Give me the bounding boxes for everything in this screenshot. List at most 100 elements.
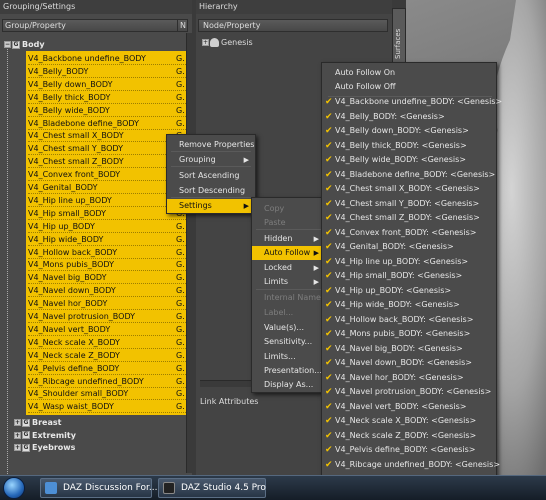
- tab-surfaces[interactable]: Surfaces: [392, 8, 406, 70]
- auto-follow-item[interactable]: ✔ V4_Belly thick_BODY: <Genesis>: [322, 139, 496, 153]
- menu-item[interactable]: Presentation...: [252, 364, 325, 378]
- expand-icon[interactable]: +: [202, 39, 209, 46]
- menu-item[interactable]: Remove Properties: [167, 138, 255, 152]
- menu-item-label: Internal Name...: [264, 293, 329, 302]
- property-row[interactable]: V4_Chest small Y_BODYG.: [28, 142, 186, 156]
- property-row[interactable]: V4_Convex front_BODYG.: [28, 168, 186, 182]
- auto-follow-item-label: V4_Chest small Y_BODY: <Genesis>: [335, 198, 480, 208]
- expand-icon[interactable]: +: [14, 431, 21, 439]
- menu-item[interactable]: Sort Descending: [167, 184, 255, 198]
- property-row[interactable]: V4_Mons pubis_BODY G.: [28, 258, 186, 272]
- auto-follow-item[interactable]: ✔ V4_Hollow back_BODY: <Genesis>: [322, 313, 496, 327]
- property-row[interactable]: V4_Belly thick_BODY G.: [28, 91, 186, 104]
- column-header[interactable]: Group/Property N: [2, 19, 188, 32]
- property-group-flag: G.: [176, 299, 185, 309]
- auto-follow-item[interactable]: ✔ V4_Neck scale X_BODY: <Genesis>: [322, 414, 496, 428]
- auto-follow-submenu: Auto Follow On Auto Follow Off ✔ V4_Backb…: [321, 62, 502, 500]
- menu-item-label: Auto Follow: [264, 248, 311, 257]
- property-row[interactable]: V4_Chest small X_BODYG.: [28, 129, 186, 143]
- submenu-arrow-icon: ▶: [313, 235, 319, 243]
- property-row[interactable]: V4_Navel big_BODY G.: [28, 271, 186, 285]
- node-property-header[interactable]: Node/Property: [198, 19, 388, 32]
- auto-follow-item[interactable]: ✔ V4_Neck scale Z_BODY: <Genesis>: [322, 429, 496, 443]
- property-row[interactable]: V4_Pelvis define_BODY G.: [28, 362, 186, 375]
- menu-item[interactable]: Value(s)...: [252, 321, 325, 335]
- start-button[interactable]: [3, 477, 25, 499]
- auto-follow-item[interactable]: ✔ V4_Mons pubis_BODY: <Genesis>: [322, 327, 496, 341]
- property-label: V4_Genital_BODY: [28, 183, 98, 192]
- property-row[interactable]: V4_Hip wide_BODY G.: [28, 233, 186, 246]
- menu-item[interactable]: Limits ▶: [252, 275, 325, 289]
- auto-follow-item[interactable]: ✔ V4_Hip wide_BODY: <Genesis>: [322, 298, 496, 312]
- property-group-flag: G.: [176, 234, 185, 244]
- left-scrollbar[interactable]: [186, 33, 192, 473]
- auto-follow-on[interactable]: Auto Follow On: [322, 66, 496, 80]
- auto-follow-item[interactable]: ✔ V4_Chest small Z_BODY: <Genesis>: [322, 211, 496, 225]
- taskbar-item-browser[interactable]: DAZ Discussion For...: [40, 478, 158, 498]
- auto-follow-item[interactable]: ✔ V4_Pelvis define_BODY: <Genesis>: [322, 443, 496, 457]
- auto-follow-item[interactable]: ✔ V4_Hip up_BODY: <Genesis>: [322, 284, 496, 298]
- auto-follow-item[interactable]: ✔ V4_Navel hor_BODY: <Genesis>: [322, 371, 496, 385]
- menu-item[interactable]: Sensitivity...: [252, 335, 325, 349]
- taskbar-item-label: DAZ Discussion For...: [63, 483, 158, 493]
- property-row[interactable]: V4_Bladebone define_BODY G.: [28, 117, 186, 130]
- property-row[interactable]: V4_Hip up_BODY G.: [28, 220, 186, 233]
- group-row[interactable]: + G Eyebrows: [14, 442, 75, 454]
- checkmark-icon: ✔: [325, 184, 333, 194]
- menu-item[interactable]: Sort Ascending: [167, 169, 255, 183]
- auto-follow-item[interactable]: ✔ V4_Hip line up_BODY: <Genesis>: [322, 255, 496, 269]
- property-row[interactable]: V4_Belly_BODY G.: [28, 65, 186, 78]
- property-row[interactable]: V4_Navel protrusion_BODY G.: [28, 310, 186, 323]
- submenu-arrow-icon: ▶: [313, 278, 319, 286]
- property-row[interactable]: V4_Belly down_BODY G.: [28, 78, 186, 91]
- auto-follow-item[interactable]: ✔ V4_Navel big_BODY: <Genesis>: [322, 342, 496, 356]
- auto-follow-item[interactable]: ✔ V4_Bladebone define_BODY: <Genesis>: [322, 168, 496, 182]
- property-row[interactable]: V4_Hollow back_BODY G.: [28, 246, 186, 259]
- property-row[interactable]: V4_Navel down_BODY G.: [28, 284, 186, 298]
- auto-follow-item[interactable]: ✔ V4_Ribcage undefined_BODY: <Genesis>: [322, 458, 500, 472]
- auto-follow-item-label: V4_Navel big_BODY: <Genesis>: [335, 343, 463, 353]
- auto-follow-item[interactable]: ✔ V4_Hip small_BODY: <Genesis>: [322, 269, 496, 283]
- group-row[interactable]: + G Extremity: [14, 430, 76, 442]
- property-row[interactable]: V4_Ribcage undefined_BODY G.: [28, 375, 186, 388]
- auto-follow-item[interactable]: ✔ V4_Navel down_BODY: <Genesis>: [322, 356, 496, 370]
- auto-follow-item[interactable]: ✔ V4_Belly wide_BODY: <Genesis>: [322, 153, 496, 167]
- menu-item[interactable]: Limits...: [252, 350, 325, 364]
- auto-follow-item[interactable]: ✔ V4_Genital_BODY: <Genesis>: [322, 240, 496, 254]
- group-row[interactable]: + G Breast: [14, 417, 61, 429]
- group-body[interactable]: − G Body: [4, 39, 45, 51]
- menu-item[interactable]: Locked ▶: [252, 261, 325, 275]
- menu-item[interactable]: Settings ▶: [167, 199, 255, 213]
- node-genesis[interactable]: + Genesis: [202, 37, 253, 49]
- auto-follow-item[interactable]: ✔ V4_Chest small Y_BODY: <Genesis>: [322, 197, 496, 211]
- taskbar-item-daz[interactable]: DAZ Studio 4.5 Pro: [158, 478, 266, 498]
- property-row[interactable]: V4_Wasp waist_BODY G.: [28, 400, 186, 414]
- auto-follow-item[interactable]: ✔ V4_Backbone undefine_BODY: <Genesis>: [322, 95, 502, 109]
- menu-item[interactable]: Display As...: [252, 378, 325, 392]
- property-row[interactable]: V4_Navel vert_BODY G.: [28, 323, 186, 336]
- property-row[interactable]: V4_Backbone undefine_BODY G.: [28, 52, 186, 65]
- menu-item[interactable]: Auto Follow ▶: [252, 246, 325, 260]
- auto-follow-item[interactable]: ✔ V4_Chest small X_BODY: <Genesis>: [322, 182, 496, 196]
- auto-follow-item[interactable]: ✔ V4_Navel protrusion_BODY: <Genesis>: [322, 385, 496, 399]
- property-row[interactable]: V4_Neck scale X_BODY G.: [28, 336, 186, 349]
- property-row[interactable]: V4_Genital_BODYG.: [28, 181, 186, 194]
- collapse-icon[interactable]: −: [4, 41, 11, 48]
- property-row[interactable]: V4_Chest small Z_BODYG.: [28, 155, 186, 169]
- auto-follow-item[interactable]: ✔ V4_Navel vert_BODY: <Genesis>: [322, 400, 496, 414]
- expand-icon[interactable]: +: [14, 419, 21, 426]
- property-row[interactable]: V4_Navel hor_BODY G.: [28, 297, 186, 311]
- auto-follow-item-label: V4_Hip small_BODY: <Genesis>: [335, 271, 463, 280]
- auto-follow-item[interactable]: ✔ V4_Belly down_BODY: <Genesis>: [322, 124, 496, 138]
- menu-item[interactable]: Hidden ▶: [252, 232, 325, 246]
- auto-follow-item[interactable]: ✔ V4_Convex front_BODY: <Genesis>: [322, 226, 496, 240]
- expand-icon[interactable]: +: [14, 444, 21, 451]
- auto-follow-item[interactable]: ✔ V4_Belly_BODY: <Genesis>: [322, 110, 496, 124]
- property-row[interactable]: V4_Hip small_BODYG.: [28, 207, 186, 220]
- menu-item[interactable]: Grouping ▶: [167, 153, 255, 167]
- property-row[interactable]: V4_Shoulder small_BODY G.: [28, 387, 186, 401]
- property-row[interactable]: V4_Belly wide_BODY G.: [28, 104, 186, 117]
- property-row[interactable]: V4_Neck scale Z_BODY G.: [28, 349, 186, 362]
- auto-follow-off[interactable]: Auto Follow Off: [322, 80, 496, 94]
- property-row[interactable]: V4_Hip line up_BODYG.: [28, 194, 186, 207]
